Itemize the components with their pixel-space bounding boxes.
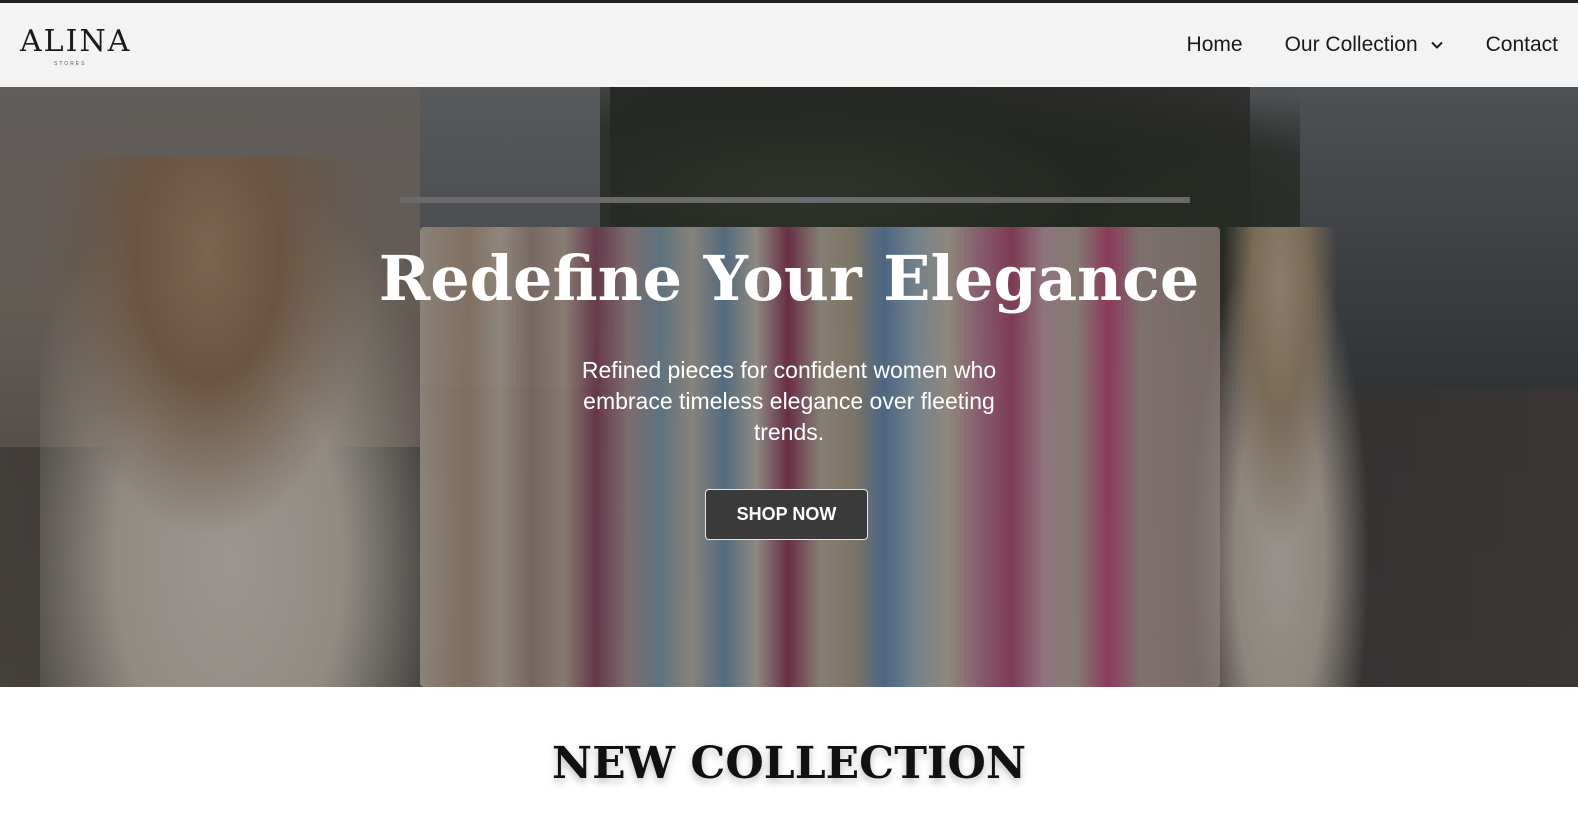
nav-item-home[interactable]: Home bbox=[1187, 31, 1243, 59]
hero-subtitle: Refined pieces for confident women who e… bbox=[581, 357, 997, 445]
site-header: ALINA STORES Home Our Collection Contact bbox=[0, 3, 1578, 87]
nav-item-our-collection-label: Our Collection bbox=[1284, 33, 1418, 56]
main-nav: Home Our Collection Contact bbox=[1187, 31, 1558, 59]
hero-title: Redefine Your Elegance bbox=[378, 242, 1200, 315]
nav-item-home-label: Home bbox=[1186, 33, 1243, 56]
section-title-new-collection: NEW COLLECTION bbox=[551, 738, 1027, 789]
hero-banner: Redefine Your Elegance Refined pieces fo… bbox=[0, 87, 1578, 687]
logo[interactable]: ALINA STORES bbox=[20, 25, 130, 71]
nav-item-contact[interactable]: Contact bbox=[1486, 31, 1558, 59]
logo-text: ALINA bbox=[20, 24, 132, 59]
shop-now-button[interactable]: SHOP NOW bbox=[705, 489, 868, 540]
logo-subtext: STORES bbox=[54, 61, 87, 67]
chevron-down-icon[interactable] bbox=[1430, 38, 1444, 52]
nav-item-contact-label: Contact bbox=[1485, 33, 1558, 56]
nav-item-our-collection[interactable]: Our Collection bbox=[1285, 31, 1444, 59]
